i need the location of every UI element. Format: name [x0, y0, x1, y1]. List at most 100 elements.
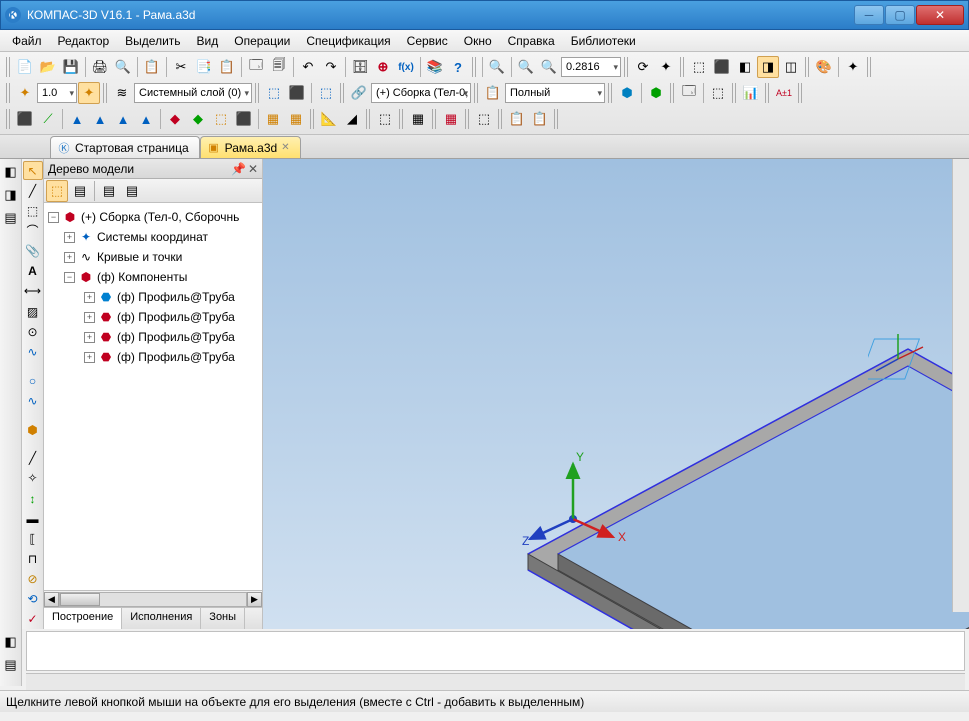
extra-4[interactable]: A±1	[773, 82, 795, 104]
cursor-button[interactable]: ↖	[23, 161, 43, 180]
toolbar-grip[interactable]	[6, 83, 11, 103]
op-4[interactable]: ▲	[89, 108, 111, 130]
tree-root[interactable]: − ⬢ (+) Сборка (Тел-0, Сборочнь	[44, 207, 262, 227]
tree-item-profile-1[interactable]: + ⬣ (ф) Профиль@Труба	[44, 287, 262, 307]
toolbar-grip[interactable]	[6, 57, 11, 77]
collapse-icon[interactable]: −	[64, 272, 75, 283]
zoom-fit-button[interactable]: 🔍	[486, 56, 508, 78]
tree-close-icon[interactable]: ✕	[248, 162, 258, 176]
tool-solid[interactable]: ⬢	[23, 420, 43, 439]
tree-tab-build[interactable]: Построение	[44, 608, 122, 629]
toolbar-grip[interactable]	[732, 83, 737, 103]
viewport-scroll-v[interactable]	[952, 159, 969, 612]
lib-button[interactable]: 📚	[424, 56, 446, 78]
tree-btn-1[interactable]: ⬚	[46, 180, 68, 202]
snap-toggle[interactable]: ✦	[78, 82, 100, 104]
extra-3[interactable]: 📊	[740, 82, 762, 104]
extra-2[interactable]: ⬚	[707, 82, 729, 104]
menu-service[interactable]: Сервис	[401, 32, 454, 50]
toolbar-grip[interactable]	[798, 83, 803, 103]
preview-button[interactable]: 🔍	[112, 56, 134, 78]
msg-toggle-2[interactable]: ▤	[0, 654, 22, 676]
open-button[interactable]: 📂	[37, 56, 59, 78]
tool-bracket[interactable]: ⟦	[23, 529, 43, 548]
op-8[interactable]: ◆	[187, 108, 209, 130]
tool-point[interactable]: ⊙	[23, 322, 43, 341]
shaded-button[interactable]: ◧	[734, 56, 756, 78]
panel-toggle-1[interactable]: ◧	[0, 161, 22, 183]
op-2[interactable]: ⟋	[37, 108, 59, 130]
manage-button[interactable]: 🗄	[349, 56, 371, 78]
collapse-icon[interactable]: −	[48, 212, 59, 223]
tool-link[interactable]: ⟲	[23, 590, 43, 609]
op-17[interactable]: ▦	[440, 108, 462, 130]
tool-clip[interactable]: 📎	[23, 242, 43, 261]
print-button[interactable]: 🖨	[89, 56, 111, 78]
menu-help[interactable]: Справка	[502, 32, 561, 50]
tree-tab-zones[interactable]: Зоны	[201, 608, 245, 629]
op-5[interactable]: ▲	[112, 108, 134, 130]
toolbar-grip[interactable]	[765, 83, 770, 103]
expand-icon[interactable]: +	[84, 332, 95, 343]
toolbar-grip[interactable]	[608, 83, 613, 103]
tool-curve[interactable]: ∿	[23, 391, 43, 410]
color-button[interactable]: 🎨	[813, 56, 835, 78]
toolbar-grip[interactable]	[310, 109, 315, 129]
layers-button[interactable]: 🗐	[268, 56, 290, 78]
layer-dropdown[interactable]: Системный слой (0)	[134, 83, 252, 103]
tree-btn-3[interactable]: ▤	[98, 180, 120, 202]
toolbar-grip[interactable]	[399, 109, 404, 129]
toolbar-grip[interactable]	[624, 57, 629, 77]
close-button[interactable]: ✕	[916, 5, 964, 25]
tab-close-icon[interactable]: ✕	[281, 142, 289, 153]
expand-icon[interactable]: +	[64, 252, 75, 263]
op-13[interactable]: 📐	[318, 108, 340, 130]
hidden-button[interactable]: ⬛	[711, 56, 733, 78]
tree-scrollbar-h[interactable]: ◀ ▶	[44, 590, 262, 607]
panel-toggle-3[interactable]: ▤	[0, 207, 22, 229]
toolbar-grip[interactable]	[670, 83, 675, 103]
toolbar-grip[interactable]	[255, 83, 260, 103]
tree-btn-4[interactable]: ▤	[121, 180, 143, 202]
tool-a[interactable]: ⬚	[263, 82, 285, 104]
tool-c[interactable]: ⬚	[315, 82, 337, 104]
menu-select[interactable]: Выделить	[119, 32, 186, 50]
op-20[interactable]: 📋	[529, 108, 551, 130]
tree-tab-config[interactable]: Исполнения	[122, 608, 201, 629]
expand-icon[interactable]: +	[64, 232, 75, 243]
menu-file[interactable]: Файл	[6, 32, 48, 50]
menu-edit[interactable]: Редактор	[52, 32, 116, 50]
op-16[interactable]: ▦	[407, 108, 429, 130]
variables-button[interactable]: ⊕	[372, 56, 394, 78]
tree-item-components[interactable]: − ⬢ (ф) Компоненты	[44, 267, 262, 287]
tree-item-curves[interactable]: + ∿ Кривые и точки	[44, 247, 262, 267]
undo-button[interactable]: ↶	[297, 56, 319, 78]
tree-item-profile-2[interactable]: + ⬣ (ф) Профиль@Труба	[44, 307, 262, 327]
toolbar-grip[interactable]	[6, 109, 11, 129]
toolbar-grip[interactable]	[366, 109, 371, 129]
viewport-3d[interactable]: X Y Z	[263, 159, 969, 629]
tree-item-profile-3[interactable]: + ⬣ (ф) Профиль@Труба	[44, 327, 262, 347]
bottom-scrollbar[interactable]	[26, 673, 965, 690]
scroll-right-icon[interactable]: ▶	[247, 592, 262, 607]
pin-icon[interactable]: 📌	[231, 162, 246, 176]
toolbar-grip[interactable]	[867, 57, 872, 77]
toolbar-grip[interactable]	[805, 57, 810, 77]
cut-button[interactable]: ✂	[170, 56, 192, 78]
expand-icon[interactable]: +	[84, 352, 95, 363]
layer-icon[interactable]: ≋	[111, 82, 133, 104]
redo-button[interactable]: ↷	[320, 56, 342, 78]
toolbar-grip[interactable]	[340, 83, 345, 103]
op-12[interactable]: ▦	[285, 108, 307, 130]
save-button[interactable]: 💾	[60, 56, 82, 78]
tool-hatch[interactable]: ▨	[23, 302, 43, 321]
tree-btn-2[interactable]: ▤	[69, 180, 91, 202]
tool-plane[interactable]: ▬	[23, 509, 43, 528]
assembly-dropdown[interactable]: (+) Сборка (Тел-0, С	[371, 83, 471, 103]
mode-icon[interactable]: 📋	[482, 82, 504, 104]
tool-text[interactable]: A	[23, 262, 43, 281]
toolbar-grip[interactable]	[498, 109, 503, 129]
wireframe-button[interactable]: ⬚	[688, 56, 710, 78]
tool-rect[interactable]: ⬚	[23, 201, 43, 220]
fx-button[interactable]: f(x)	[395, 56, 417, 78]
